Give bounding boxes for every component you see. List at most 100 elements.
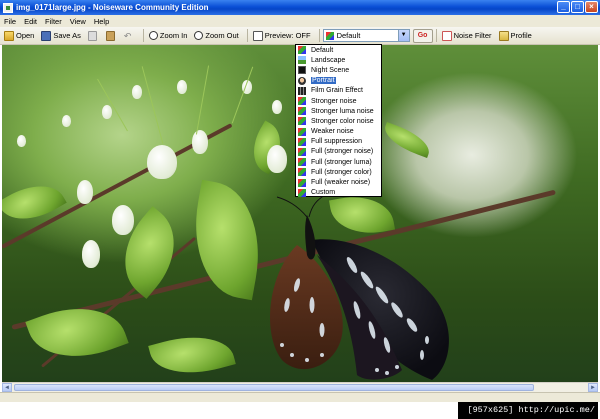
minimize-button[interactable]: _ bbox=[557, 1, 570, 13]
flower-bud bbox=[62, 115, 71, 127]
close-button[interactable]: × bbox=[585, 1, 598, 13]
stem bbox=[97, 78, 128, 132]
scroll-right-arrow-icon[interactable]: ► bbox=[588, 383, 598, 392]
leaf bbox=[148, 325, 236, 382]
paste-button[interactable] bbox=[104, 28, 119, 43]
preset-option-weaker-noise[interactable]: Weaker noise bbox=[296, 127, 381, 137]
menu-bar: File Edit Filter View Help bbox=[0, 15, 600, 27]
toolbar-separator bbox=[246, 29, 248, 42]
watermark: [957x625] http://upic.me/ bbox=[458, 402, 598, 419]
standard-icon bbox=[298, 46, 306, 55]
maximize-button[interactable]: □ bbox=[571, 1, 584, 13]
open-label: Open bbox=[16, 31, 35, 40]
standard-icon bbox=[298, 147, 306, 156]
flower-bud bbox=[192, 130, 208, 154]
preset-option-portrait[interactable]: Portrait bbox=[296, 76, 381, 86]
profile-icon bbox=[498, 30, 509, 41]
preset-option-film-grain[interactable]: Film Grain Effect bbox=[296, 86, 381, 96]
noise-filter-label: Noise Filter bbox=[453, 31, 492, 40]
paste-icon bbox=[105, 30, 115, 41]
scroll-left-arrow-icon[interactable]: ◄ bbox=[2, 383, 12, 392]
profile-button[interactable]: Profile bbox=[497, 28, 534, 43]
preset-option-full-weaker-noise[interactable]: Full (weaker noise) bbox=[296, 177, 381, 187]
menu-help[interactable]: Help bbox=[94, 17, 109, 26]
standard-icon bbox=[298, 127, 306, 136]
zoom-in-button[interactable]: Zoom In bbox=[147, 28, 190, 43]
copy-button[interactable] bbox=[86, 28, 101, 43]
preview-label: Preview: OFF bbox=[264, 31, 311, 40]
standard-icon bbox=[298, 137, 306, 146]
save-as-button[interactable]: Save As bbox=[39, 28, 83, 43]
horizontal-scrollbar[interactable]: ◄ ► bbox=[2, 382, 598, 392]
zoom-out-button[interactable]: Zoom Out bbox=[192, 28, 240, 43]
flower-bud bbox=[82, 240, 100, 268]
folder-icon bbox=[4, 30, 14, 41]
floppy-disk-icon bbox=[41, 30, 52, 41]
flower-bud bbox=[102, 105, 112, 119]
app-icon[interactable] bbox=[3, 2, 13, 13]
standard-icon bbox=[298, 168, 306, 177]
zoom-out-label: Zoom Out bbox=[205, 31, 239, 40]
flower-bud bbox=[177, 80, 187, 94]
standard-icon bbox=[298, 178, 306, 187]
film-icon bbox=[298, 86, 306, 95]
status-bar bbox=[0, 392, 600, 402]
portrait-icon bbox=[298, 76, 306, 85]
standard-icon bbox=[298, 97, 306, 106]
preset-icon bbox=[325, 31, 334, 40]
preset-select-value: Default bbox=[336, 31, 361, 40]
flower-bud bbox=[17, 135, 26, 147]
standard-icon bbox=[298, 188, 306, 197]
standard-icon bbox=[298, 107, 306, 116]
save-as-label: Save As bbox=[53, 31, 81, 40]
preset-dropdown-list: Default Landscape Night Scene Portrait F… bbox=[295, 44, 382, 197]
butterfly bbox=[270, 195, 449, 380]
go-button[interactable]: Go bbox=[412, 28, 433, 43]
leaf bbox=[380, 122, 434, 158]
flower-bud bbox=[77, 180, 93, 204]
zoom-out-icon bbox=[194, 31, 204, 40]
leaf bbox=[2, 172, 67, 233]
stem bbox=[231, 66, 254, 124]
open-button[interactable]: Open bbox=[2, 28, 36, 43]
menu-edit[interactable]: Edit bbox=[24, 17, 37, 26]
flower-bud bbox=[132, 85, 142, 99]
menu-view[interactable]: View bbox=[70, 17, 86, 26]
window-controls: _ □ × bbox=[557, 1, 598, 13]
undo-icon: ↶ bbox=[123, 30, 132, 41]
toolbar-separator bbox=[435, 29, 437, 42]
preset-option-full-suppression[interactable]: Full suppression bbox=[296, 137, 381, 147]
zoom-in-icon bbox=[148, 31, 158, 40]
preset-option-stronger-noise[interactable]: Stronger noise bbox=[296, 96, 381, 106]
undo-button[interactable]: ↶ bbox=[122, 28, 137, 43]
preset-option-landscape[interactable]: Landscape bbox=[296, 55, 381, 65]
preset-option-stronger-color[interactable]: Stronger color noise bbox=[296, 116, 381, 126]
preset-option-night-scene[interactable]: Night Scene bbox=[296, 65, 381, 75]
profile-label: Profile bbox=[510, 31, 532, 40]
chevron-down-icon[interactable]: ▼ bbox=[397, 30, 409, 41]
flower-bud bbox=[272, 100, 282, 114]
preset-option-full-stronger-noise[interactable]: Full (stronger noise) bbox=[296, 147, 381, 157]
scrollbar-thumb[interactable] bbox=[14, 384, 534, 391]
preset-option-default[interactable]: Default bbox=[296, 45, 381, 55]
preset-option-custom[interactable]: Custom bbox=[296, 188, 381, 198]
landscape-icon bbox=[298, 56, 306, 65]
zoom-in-label: Zoom In bbox=[159, 31, 188, 40]
preset-option-full-stronger-color[interactable]: Full (stronger color) bbox=[296, 167, 381, 177]
noise-filter-button[interactable]: Noise Filter bbox=[440, 28, 494, 43]
preset-select[interactable]: Default ▼ bbox=[322, 29, 410, 42]
preset-option-stronger-luma[interactable]: Stronger luma noise bbox=[296, 106, 381, 116]
stem bbox=[195, 65, 210, 135]
copy-icon bbox=[87, 30, 97, 41]
menu-filter[interactable]: Filter bbox=[45, 17, 62, 26]
toolbar-separator bbox=[142, 29, 144, 42]
standard-icon bbox=[298, 117, 306, 126]
flower-bud bbox=[147, 145, 177, 179]
flower-bud bbox=[112, 205, 134, 235]
window-title: img_0171large.jpg - Noiseware Community … bbox=[16, 3, 209, 12]
stem bbox=[141, 66, 164, 144]
menu-file[interactable]: File bbox=[4, 17, 16, 26]
preview-toggle[interactable]: Preview: OFF bbox=[251, 28, 313, 43]
standard-icon bbox=[298, 158, 306, 167]
preset-option-full-stronger-luma[interactable]: Full (stronger luma) bbox=[296, 157, 381, 167]
